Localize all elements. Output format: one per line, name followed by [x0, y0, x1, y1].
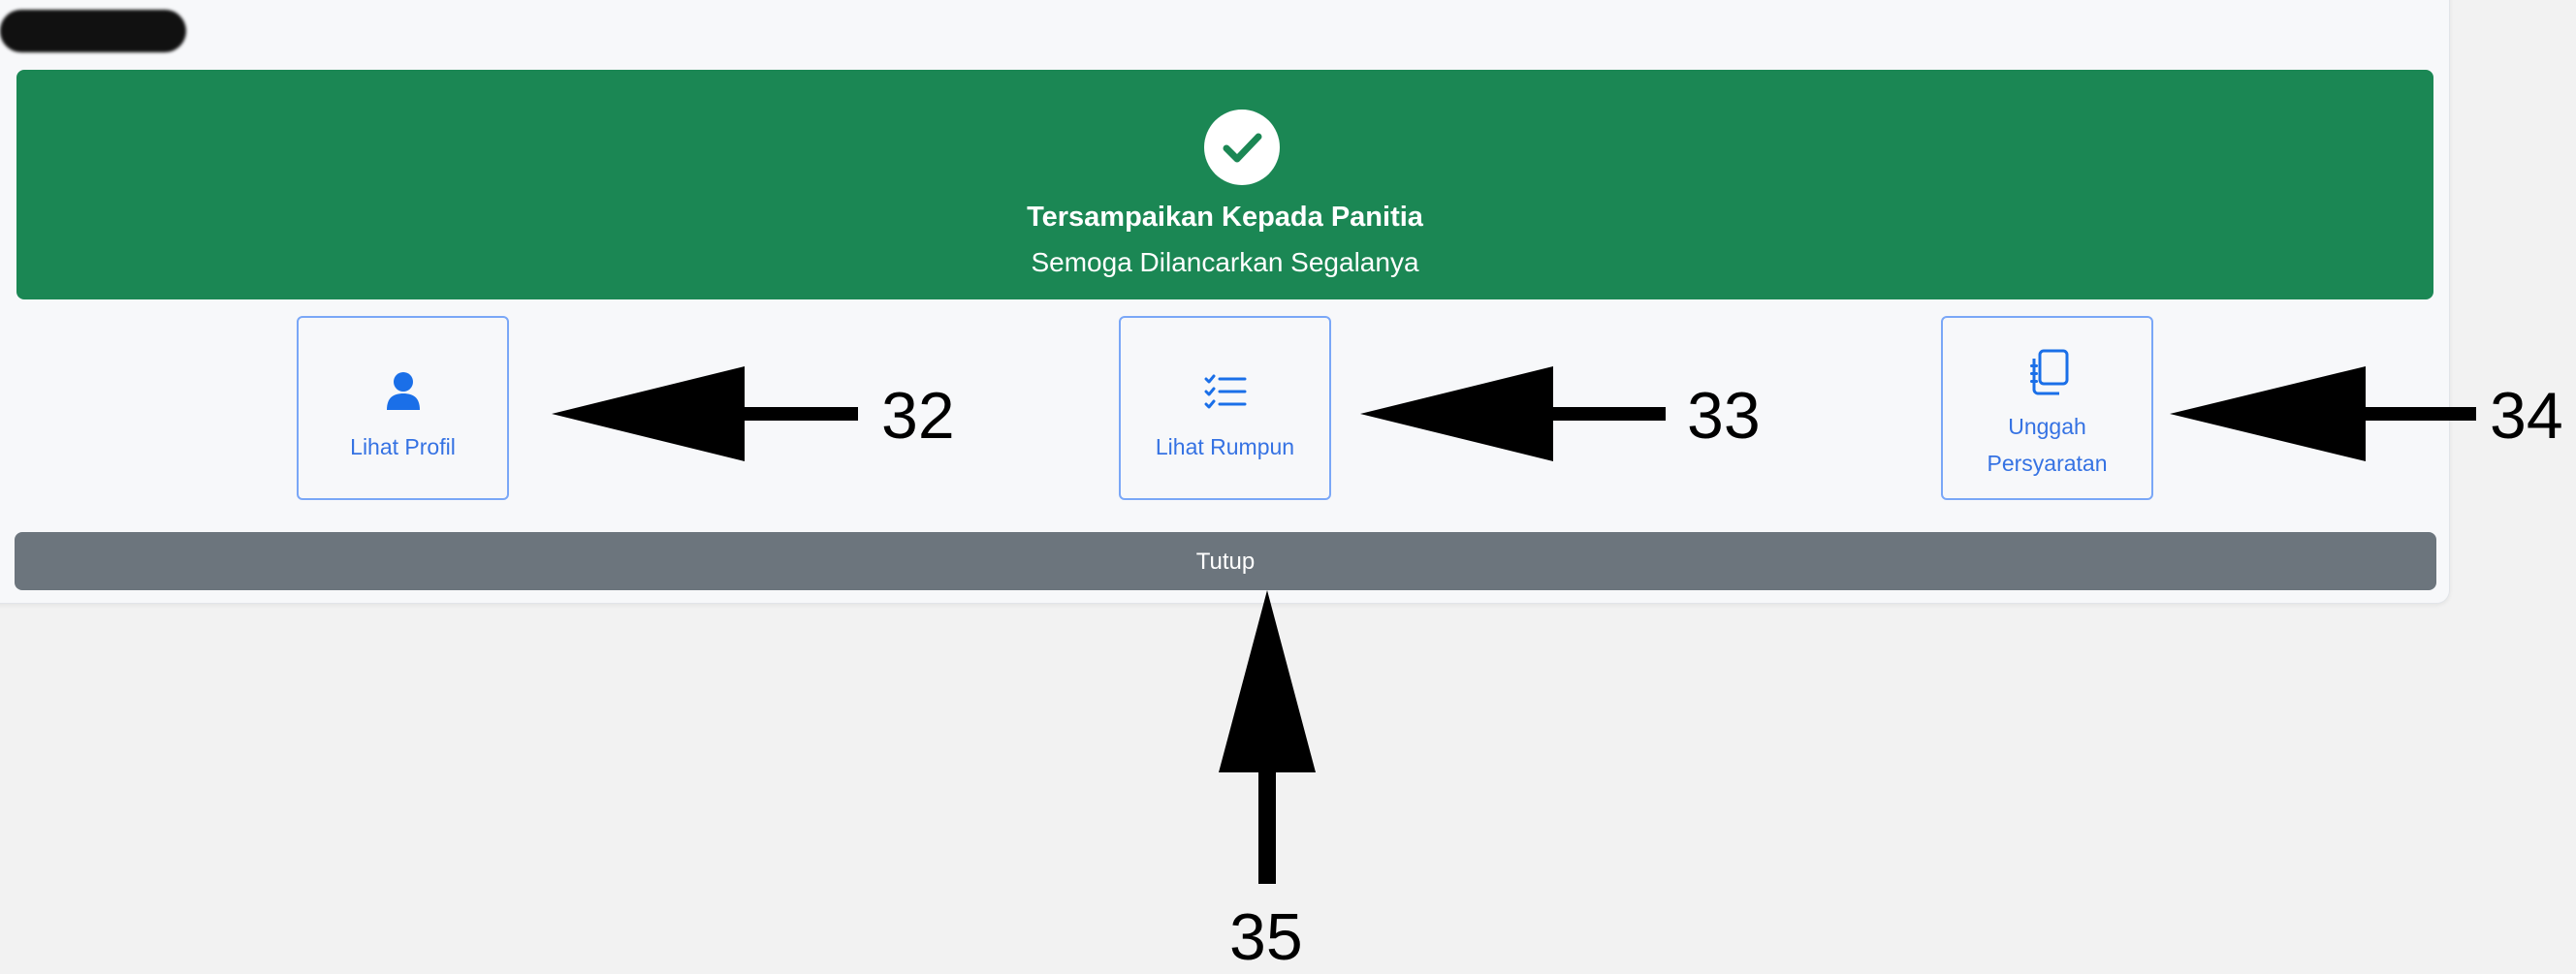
annotation-arrows [552, 366, 2476, 884]
callout-arrow-32 [552, 366, 858, 461]
callout-arrow-34 [2170, 366, 2476, 461]
callout-arrow-33 [1360, 366, 1666, 461]
callout-number-32: 32 [881, 379, 955, 453]
callout-number-34: 34 [2490, 379, 2563, 453]
callout-number-33: 33 [1687, 379, 1761, 453]
callout-number-35: 35 [1229, 900, 1303, 974]
callout-arrow-35 [1219, 590, 1316, 884]
